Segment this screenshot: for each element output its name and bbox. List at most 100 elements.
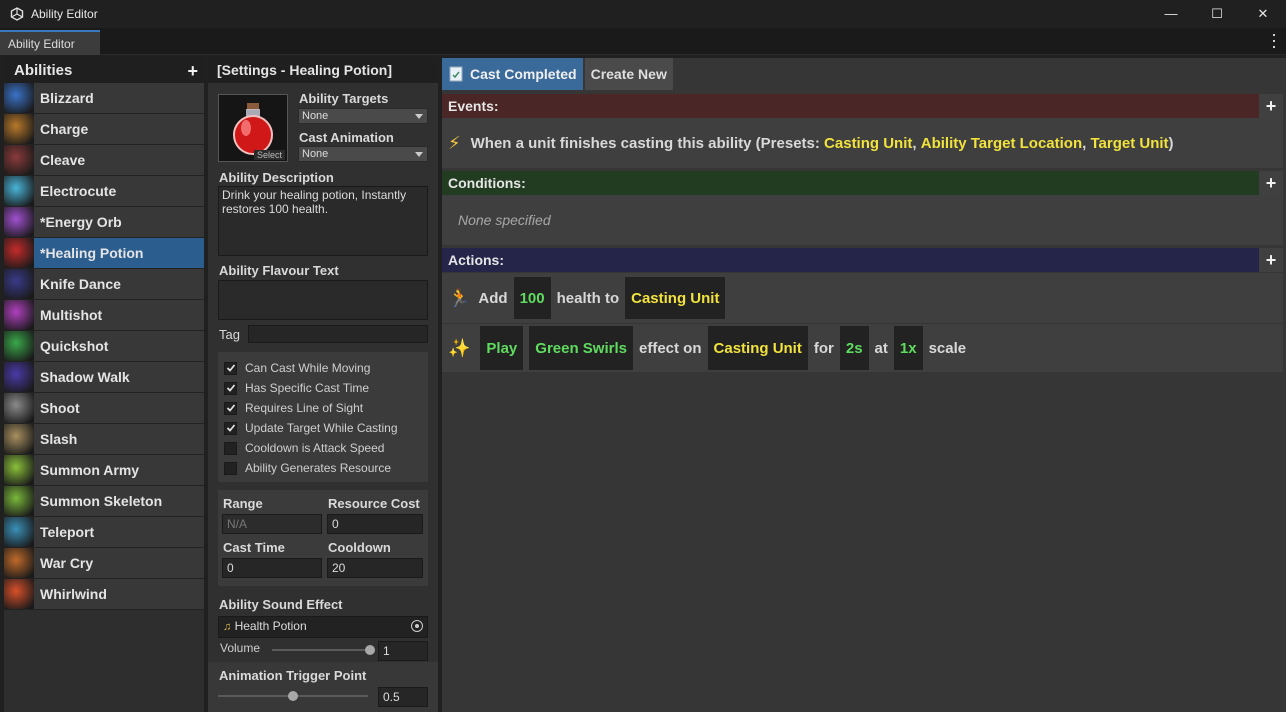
ability-item[interactable]: *Healing Potion xyxy=(4,238,204,269)
ability-item[interactable]: Blizzard xyxy=(4,83,204,114)
ability-thumbnail-icon xyxy=(4,114,34,144)
cast-animation-dropdown[interactable]: None xyxy=(298,146,428,162)
ability-item[interactable]: Whirlwind xyxy=(4,579,204,610)
action-play-chip[interactable]: Play xyxy=(480,326,524,370)
ability-item[interactable]: Shoot xyxy=(4,393,204,424)
description-textarea[interactable]: Drink your healing potion, Instantly res… xyxy=(218,186,428,256)
event-preset-target-location[interactable]: Ability Target Location xyxy=(921,135,1082,152)
event-text-prefix: When a unit finishes casting this abilit… xyxy=(470,134,825,152)
icon-select-label: Select xyxy=(253,150,285,160)
checkbox-unchecked-icon[interactable] xyxy=(224,461,237,475)
ability-item-label: Blizzard xyxy=(40,90,94,106)
event-separator: , xyxy=(1082,134,1091,152)
ability-item-label: Charge xyxy=(40,121,89,137)
ability-thumbnail-icon xyxy=(4,176,34,206)
ability-thumbnail-icon xyxy=(4,424,34,454)
action-effect-chip[interactable]: Green Swirls xyxy=(529,326,633,370)
ability-item[interactable]: Shadow Walk xyxy=(4,362,204,393)
ability-item[interactable]: Summon Skeleton xyxy=(4,486,204,517)
ability-item[interactable]: *Energy Orb xyxy=(4,207,204,238)
animation-trigger-slider-thumb[interactable] xyxy=(288,691,298,701)
ability-item[interactable]: Summon Army xyxy=(4,455,204,486)
action-row-play-effect[interactable]: ✨ Play Green Swirls effect on Casting Un… xyxy=(442,324,1283,372)
resource-cost-input[interactable]: 0 xyxy=(327,514,423,534)
ability-item[interactable]: Electrocute xyxy=(4,176,204,207)
add-ability-button[interactable]: + xyxy=(187,62,198,80)
checkbox-checked-icon[interactable] xyxy=(224,401,237,415)
add-condition-button[interactable]: + xyxy=(1259,171,1283,195)
conditions-row: None specified xyxy=(442,195,1283,245)
options-group: Can Cast While Moving Has Specific Cast T… xyxy=(218,352,428,482)
tab-ability-editor[interactable]: Ability Editor xyxy=(0,30,100,55)
ability-item[interactable]: Slash xyxy=(4,424,204,455)
more-options-icon[interactable] xyxy=(1273,34,1277,48)
actions-title: Actions: xyxy=(448,252,504,268)
cast-time-input[interactable]: 0 xyxy=(222,558,322,578)
ability-thumbnail-icon xyxy=(4,486,34,516)
ability-thumbnail-icon xyxy=(4,300,34,330)
tab-create-new[interactable]: Create New xyxy=(584,58,673,90)
option-checkbox-row[interactable]: Can Cast While Moving xyxy=(224,360,370,376)
checkbox-unchecked-icon[interactable] xyxy=(224,441,237,455)
action-scale-chip[interactable]: 1x xyxy=(893,326,923,370)
option-checkbox-row[interactable]: Requires Line of Sight xyxy=(224,400,363,416)
minimize-icon: — xyxy=(1164,6,1178,21)
action-connector: at xyxy=(874,339,888,357)
action-amount-chip[interactable]: 100 xyxy=(513,277,551,319)
checkbox-checked-icon[interactable] xyxy=(224,361,237,375)
action-connector: effect on xyxy=(639,339,702,357)
option-checkbox-row[interactable]: Cooldown is Attack Speed xyxy=(224,440,384,456)
flavour-text-textarea[interactable] xyxy=(218,280,428,320)
object-picker-icon[interactable] xyxy=(411,620,423,632)
tag-input[interactable] xyxy=(248,325,428,343)
cast-animation-label: Cast Animation xyxy=(299,130,394,145)
action-target-chip[interactable]: Casting Unit xyxy=(625,277,726,319)
ability-thumbnail-icon xyxy=(4,548,34,578)
action-row-add-health[interactable]: 🏃 Add 100 health to Casting Unit xyxy=(442,273,1283,323)
volume-input[interactable]: 1 xyxy=(378,641,428,661)
option-checkbox-row[interactable]: Has Specific Cast Time xyxy=(224,380,369,396)
minimize-button[interactable]: — xyxy=(1148,0,1194,27)
tag-label: Tag xyxy=(219,327,240,342)
maximize-button[interactable]: ☐ xyxy=(1194,0,1240,27)
tab-cast-completed[interactable]: Cast Completed xyxy=(442,58,583,90)
event-row[interactable]: ⚡ When a unit finishes casting this abil… xyxy=(442,118,1283,168)
flavour-text-label: Ability Flavour Text xyxy=(219,263,339,278)
ability-item[interactable]: Teleport xyxy=(4,517,204,548)
event-preset-casting-unit[interactable]: Casting Unit xyxy=(824,135,912,152)
close-button[interactable]: ✕ xyxy=(1240,0,1286,27)
ability-item-label: Quickshot xyxy=(40,338,109,354)
lightning-icon: ⚡ xyxy=(448,132,461,153)
tab-cast-completed-label: Cast Completed xyxy=(470,66,577,82)
ability-item[interactable]: Knife Dance xyxy=(4,269,204,300)
ability-targets-dropdown[interactable]: None xyxy=(298,108,428,124)
ability-item[interactable]: Cleave xyxy=(4,145,204,176)
checkbox-checked-icon[interactable] xyxy=(224,381,237,395)
add-action-button[interactable]: + xyxy=(1259,248,1283,272)
option-checkbox-row[interactable]: Update Target While Casting xyxy=(224,420,398,436)
checkbox-checked-icon[interactable] xyxy=(224,421,237,435)
sound-effect-field[interactable]: ♫ Health Potion xyxy=(218,616,428,638)
ability-item-label: Shoot xyxy=(40,400,80,416)
sparkle-effect-icon: ✨ xyxy=(448,337,471,358)
add-event-button[interactable]: + xyxy=(1259,94,1283,118)
action-duration-chip[interactable]: 2s xyxy=(839,326,869,370)
option-checkbox-row[interactable]: Ability Generates Resource xyxy=(224,460,391,476)
ability-item-label: Summon Skeleton xyxy=(40,493,163,509)
animation-trigger-input[interactable]: 0.5 xyxy=(378,687,428,707)
ability-item[interactable]: Multishot xyxy=(4,300,204,331)
settings-title: [Settings - Healing Potion] xyxy=(208,58,438,83)
ability-item[interactable]: Charge xyxy=(4,114,204,145)
cooldown-input[interactable]: 20 xyxy=(327,558,423,578)
ability-item[interactable]: Quickshot xyxy=(4,331,204,362)
option-checkbox-label: Has Specific Cast Time xyxy=(245,381,370,395)
ability-item[interactable]: War Cry xyxy=(4,548,204,579)
action-target-chip[interactable]: Casting Unit xyxy=(707,326,808,370)
resource-cost-label: Resource Cost xyxy=(328,496,420,511)
option-checkbox-label: Update Target While Casting xyxy=(245,421,398,435)
event-preset-target-unit[interactable]: Target Unit xyxy=(1090,135,1168,152)
ability-icon-picker[interactable]: Select xyxy=(218,94,288,162)
volume-slider-track[interactable] xyxy=(272,649,370,651)
volume-slider-thumb[interactable] xyxy=(365,645,375,655)
running-unit-icon: 🏃 xyxy=(448,287,471,308)
